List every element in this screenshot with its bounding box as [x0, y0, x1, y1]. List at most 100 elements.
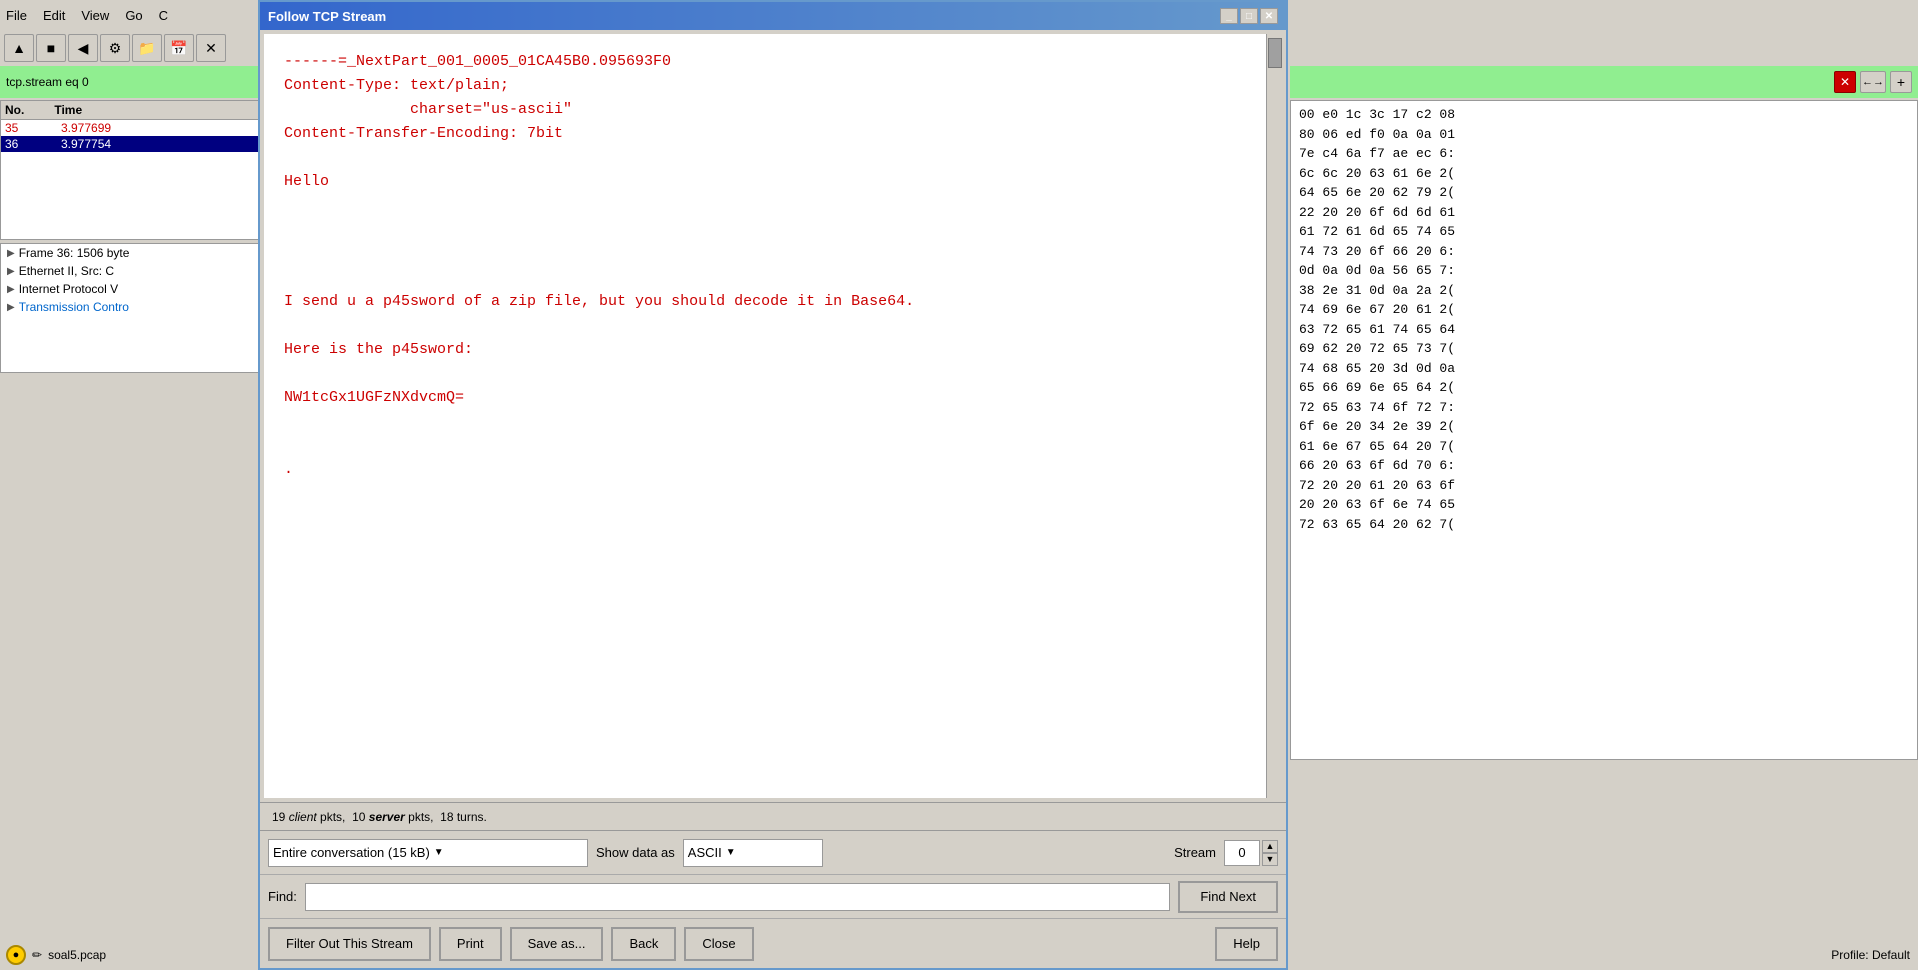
- find-label: Find:: [268, 889, 297, 904]
- toolbar-btn-stop[interactable]: ■: [36, 34, 66, 62]
- detail-row-ip[interactable]: ▶ Internet Protocol V: [1, 280, 259, 298]
- stream-spinner: ▲ ▼: [1224, 840, 1278, 866]
- minimize-button[interactable]: _: [1220, 8, 1238, 24]
- bottom-buttons: Filter Out This Stream Print Save as... …: [260, 918, 1286, 968]
- help-button[interactable]: Help: [1215, 927, 1278, 961]
- stats-bar: 19 client pkts, 10 server pkts, 18 turns…: [260, 802, 1286, 830]
- menu-go[interactable]: Go: [125, 8, 142, 23]
- hex-row: 72 65 63 74 6f 72 7:: [1299, 398, 1909, 418]
- menu-bar: File Edit View Go C: [0, 0, 260, 30]
- hex-row: 64 65 6e 20 62 79 2(: [1299, 183, 1909, 203]
- controls-row: Entire conversation (15 kB) ▼ Show data …: [260, 830, 1286, 874]
- show-data-dropdown[interactable]: ASCII ▼: [683, 839, 823, 867]
- spinner-up-button[interactable]: ▲: [1262, 840, 1278, 853]
- status-file: soal5.pcap: [48, 948, 106, 962]
- print-button[interactable]: Print: [439, 927, 502, 961]
- save-as-button[interactable]: Save as...: [510, 927, 604, 961]
- dialog-title: Follow TCP Stream: [268, 9, 386, 24]
- expand-arrow: ▶: [7, 302, 15, 313]
- toolbar-btn-open[interactable]: 📁: [132, 34, 162, 62]
- tcp-stream-content: ------=_NextPart_001_0005_01CA45B0.09569…: [264, 34, 1282, 798]
- profile-label: Profile: Default: [1831, 948, 1910, 962]
- status-icon: ●: [6, 945, 26, 965]
- detail-row-tcp[interactable]: ▶ Transmission Contro: [1, 298, 259, 316]
- menu-view[interactable]: View: [81, 8, 109, 23]
- hex-row: 20 20 63 6f 6e 74 65: [1299, 495, 1909, 515]
- toolbar: ▲ ■ ◀ ⚙ 📁 📅 ✕: [0, 30, 260, 66]
- dialog-close-button[interactable]: ✕: [1260, 8, 1278, 24]
- add-filter-button[interactable]: +: [1890, 71, 1912, 93]
- detail-label: Ethernet II, Src: C: [19, 264, 114, 278]
- col-no: No.: [5, 103, 24, 117]
- stats-text: 19 client pkts, 10 server pkts, 18 turns…: [272, 810, 487, 824]
- filter-bar: [0, 66, 260, 98]
- toolbar-btn-close[interactable]: ✕: [196, 34, 226, 62]
- stream-text-area: ------=_NextPart_001_0005_01CA45B0.09569…: [264, 34, 1282, 798]
- toolbar-btn-start[interactable]: ▲: [4, 34, 34, 62]
- packet-no: 36: [5, 137, 45, 151]
- hex-row: 72 63 65 64 20 62 7(: [1299, 515, 1909, 535]
- find-input[interactable]: [305, 883, 1170, 911]
- scrollbar-thumb[interactable]: [1268, 38, 1282, 68]
- hex-row: 74 73 20 6f 66 20 6:: [1299, 242, 1909, 262]
- filter-out-button[interactable]: Filter Out This Stream: [268, 927, 431, 961]
- table-row[interactable]: 35 3.977699: [1, 120, 259, 136]
- detail-label: Internet Protocol V: [19, 282, 118, 296]
- toolbar-btn-save[interactable]: 📅: [164, 34, 194, 62]
- dialog-titlebar: Follow TCP Stream _ □ ✕: [260, 2, 1286, 30]
- col-time: Time: [54, 103, 82, 117]
- chevron-down-icon: ▼: [726, 847, 736, 858]
- hex-row: 61 72 61 6d 65 74 65: [1299, 222, 1909, 242]
- maximize-button[interactable]: □: [1240, 8, 1258, 24]
- menu-edit[interactable]: Edit: [43, 8, 65, 23]
- menu-file[interactable]: File: [6, 8, 27, 23]
- prev-filter-button[interactable]: ←→: [1860, 71, 1886, 93]
- detail-row-ethernet[interactable]: ▶ Ethernet II, Src: C: [1, 262, 259, 280]
- tcp-stream-dialog: Follow TCP Stream _ □ ✕ ------=_NextPart…: [258, 0, 1288, 970]
- find-next-button[interactable]: Find Next: [1178, 881, 1278, 913]
- hex-row: 6c 6c 20 63 61 6e 2(: [1299, 164, 1909, 184]
- toolbar-btn-options[interactable]: ⚙: [100, 34, 130, 62]
- right-top-bar: ✕ ←→ +: [1290, 66, 1918, 98]
- toolbar-btn-restart[interactable]: ◀: [68, 34, 98, 62]
- table-row[interactable]: 36 3.977754: [1, 136, 259, 152]
- filter-input[interactable]: [6, 75, 206, 89]
- hex-row: 72 20 20 61 20 63 6f: [1299, 476, 1909, 496]
- spinner-buttons: ▲ ▼: [1262, 840, 1278, 866]
- detail-row-frame[interactable]: ▶ Frame 36: 1506 byte: [1, 244, 259, 262]
- hex-row: 65 66 69 6e 65 64 2(: [1299, 378, 1909, 398]
- hex-row: 38 2e 31 0d 0a 2a 2(: [1299, 281, 1909, 301]
- packet-detail: ▶ Frame 36: 1506 byte ▶ Ethernet II, Src…: [0, 243, 260, 373]
- packet-list-header: No. Time: [1, 101, 259, 120]
- stream-number-input[interactable]: [1224, 840, 1260, 866]
- expand-arrow: ▶: [7, 284, 15, 295]
- spinner-down-button[interactable]: ▼: [1262, 853, 1278, 866]
- conversation-dropdown[interactable]: Entire conversation (15 kB) ▼: [268, 839, 588, 867]
- menu-capture[interactable]: C: [159, 8, 168, 23]
- detail-label: Frame 36: 1506 byte: [19, 246, 130, 260]
- find-row: Find: Find Next: [260, 874, 1286, 918]
- packet-time: 3.977754: [61, 137, 111, 151]
- hex-row: 80 06 ed f0 0a 0a 01: [1299, 125, 1909, 145]
- close-filter-button[interactable]: ✕: [1834, 71, 1856, 93]
- chevron-down-icon: ▼: [434, 847, 444, 858]
- hex-row: 74 69 6e 67 20 61 2(: [1299, 300, 1909, 320]
- hex-row: 66 20 63 6f 6d 70 6:: [1299, 456, 1909, 476]
- hex-row: 00 e0 1c 3c 17 c2 08: [1299, 105, 1909, 125]
- hex-row: 61 6e 67 65 64 20 7(: [1299, 437, 1909, 457]
- hex-row: 69 62 20 72 65 73 7(: [1299, 339, 1909, 359]
- expand-arrow: ▶: [7, 266, 15, 277]
- hex-row: 22 20 20 6f 6d 6d 61: [1299, 203, 1909, 223]
- show-data-label: Show data as: [596, 845, 675, 860]
- scrollbar-track[interactable]: [1266, 34, 1282, 798]
- titlebar-controls: _ □ ✕: [1220, 8, 1278, 24]
- conversation-dropdown-label: Entire conversation (15 kB): [273, 845, 430, 860]
- packet-list: No. Time 35 3.977699 36 3.977754: [0, 100, 260, 240]
- hex-row: 74 68 65 20 3d 0d 0a: [1299, 359, 1909, 379]
- status-bar: ● ✏ soal5.pcap: [0, 940, 260, 970]
- detail-label: Transmission Contro: [19, 300, 129, 314]
- back-button[interactable]: Back: [611, 927, 676, 961]
- close-dialog-button[interactable]: Close: [684, 927, 753, 961]
- stream-label: Stream: [1174, 845, 1216, 860]
- right-status-bar: Profile: Default: [1290, 940, 1918, 970]
